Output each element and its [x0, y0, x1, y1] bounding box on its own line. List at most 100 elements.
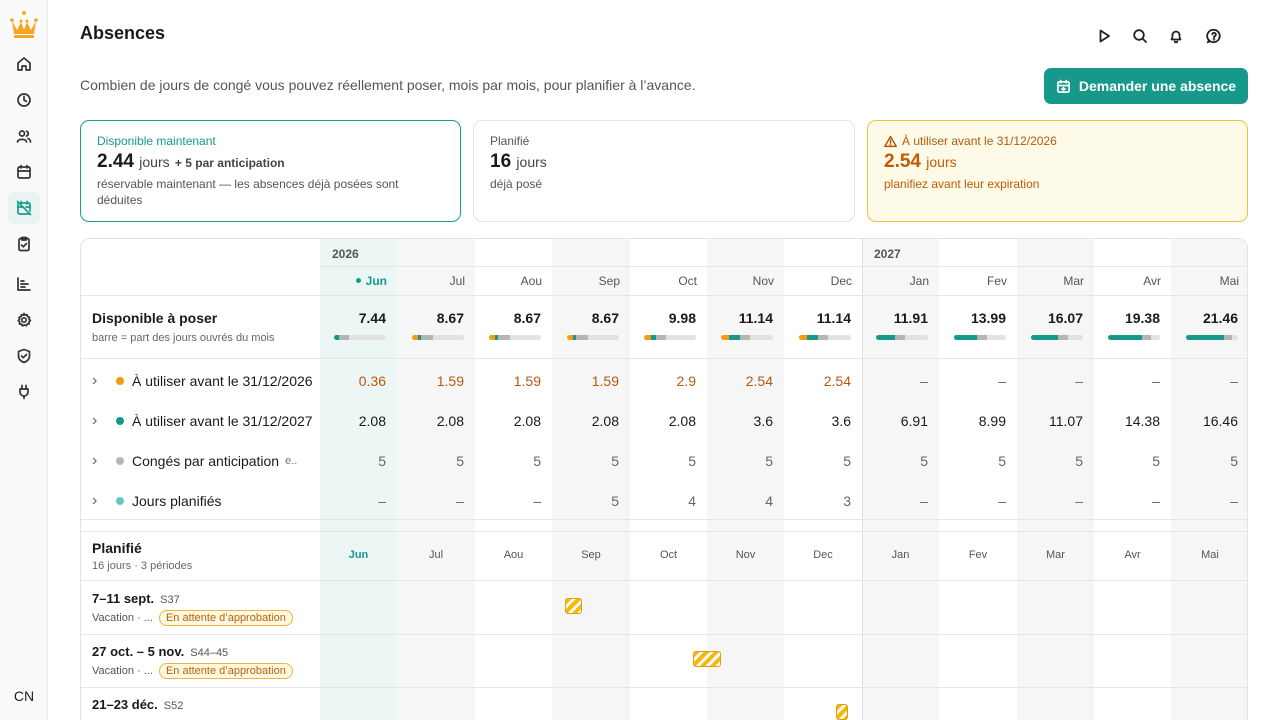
bar-segment	[976, 335, 988, 340]
bar-segment	[739, 335, 751, 340]
month-header[interactable]: Oct	[630, 274, 697, 288]
event-type: Vacation · ...	[92, 612, 153, 624]
request-absence-label: Demander une absence	[1078, 78, 1237, 94]
month-header[interactable]: Nov	[707, 274, 774, 288]
calendar-off-icon[interactable]	[8, 192, 40, 224]
row-value: 2.08	[358, 413, 386, 429]
calendar-icon[interactable]	[8, 156, 40, 188]
row-value: –	[920, 373, 928, 389]
play-icon[interactable]	[1094, 26, 1114, 46]
row-value: –	[1230, 493, 1238, 509]
bar-chart-icon[interactable]	[8, 268, 40, 300]
card-value-row: 16 jours	[490, 151, 838, 173]
chevron-right-icon[interactable]: ›	[92, 372, 102, 390]
available-value: 9.98	[668, 310, 696, 326]
row-value: 5	[533, 453, 541, 469]
month-header[interactable]: Jul	[397, 274, 465, 288]
row-value: 1.59	[591, 373, 619, 389]
available-value: 19.38	[1124, 310, 1160, 326]
availability-bar	[412, 335, 464, 340]
row-value: 3.6	[753, 413, 773, 429]
bar-segment	[817, 335, 829, 340]
event-week: S44–45	[190, 647, 229, 659]
planned-period-marker[interactable]	[836, 704, 848, 720]
planned-event-title[interactable]: 21–23 déc. S52	[92, 697, 183, 712]
help-icon[interactable]	[1204, 26, 1224, 46]
row-label[interactable]: › À utiliser avant le 31/12/2026	[92, 372, 313, 390]
month-header[interactable]: Aou	[475, 274, 542, 288]
month-header[interactable]: Avr	[1094, 274, 1161, 288]
row-value: 5	[378, 453, 386, 469]
available-value: 8.67	[436, 310, 464, 326]
month-header[interactable]: Mar	[1017, 274, 1084, 288]
month-header[interactable]: Jan	[862, 274, 929, 288]
year-label: 2026	[332, 247, 359, 261]
card-note: planifiez avant leur expiration	[884, 177, 1040, 191]
available-value: 11.14	[816, 310, 851, 326]
row-label[interactable]: › Jours planifiés	[92, 492, 222, 510]
row-value: 2.54	[823, 373, 851, 389]
request-absence-button[interactable]: Demander une absence	[1044, 68, 1248, 104]
card-note: réservable maintenant — les absences déj…	[97, 177, 399, 207]
search-icon[interactable]	[1130, 26, 1150, 46]
month-header[interactable]: Mai	[1171, 274, 1239, 288]
availability-bar	[489, 335, 541, 340]
bell-icon[interactable]	[1166, 26, 1186, 46]
crown-logo-icon[interactable]	[8, 10, 40, 40]
avatar[interactable]: CN	[6, 680, 42, 712]
row-value: –	[1230, 373, 1238, 389]
row-label-truncation: e..	[285, 455, 298, 467]
row-value: 5	[1230, 453, 1238, 469]
bar-segment	[1108, 335, 1143, 340]
row-divider	[81, 687, 1247, 688]
planned-event-title[interactable]: 7–11 sept. S37	[92, 591, 180, 606]
row-divider	[81, 358, 1247, 359]
row-value: 2.54	[745, 373, 773, 389]
card-unit: jours	[516, 154, 547, 170]
clock-icon[interactable]	[8, 84, 40, 116]
planned-month-header: Nov	[735, 549, 756, 561]
row-value: 5	[1152, 453, 1160, 469]
planned-event-title[interactable]: 27 oct. – 5 nov. S44–45	[92, 644, 228, 659]
row-label-text: Congés par anticipation	[132, 453, 280, 469]
row-value: 5	[611, 493, 619, 509]
chevron-right-icon[interactable]: ›	[92, 452, 102, 470]
gear-icon[interactable]	[8, 304, 40, 336]
bar-segment	[339, 335, 349, 340]
row-value: –	[998, 493, 1006, 509]
month-header[interactable]: Jun	[320, 274, 387, 288]
card-extra: + 5 par anticipation	[174, 156, 285, 170]
month-header[interactable]: Fev	[939, 274, 1007, 288]
planned-month-header: Oct	[659, 549, 678, 561]
month-header[interactable]: Sep	[552, 274, 620, 288]
card-note: déjà posé	[490, 177, 543, 191]
row-divider	[81, 531, 1247, 532]
event-week: S37	[160, 594, 180, 606]
bar-segment	[655, 335, 667, 340]
header-divider	[320, 266, 1247, 267]
plug-icon[interactable]	[8, 376, 40, 408]
planned-period-marker[interactable]	[565, 598, 582, 614]
shield-check-icon[interactable]	[8, 340, 40, 372]
row-label[interactable]: › À utiliser avant le 31/12/2027	[92, 412, 313, 430]
row-value: 1.59	[513, 373, 541, 389]
chevron-right-icon[interactable]: ›	[92, 412, 102, 430]
month-header[interactable]: Dec	[784, 274, 852, 288]
planned-month-header: Sep	[581, 549, 601, 561]
row-value: 3.6	[831, 413, 851, 429]
planned-month-header: Dec	[813, 549, 833, 561]
chevron-right-icon[interactable]: ›	[92, 492, 102, 510]
clipboard-check-icon[interactable]	[8, 228, 40, 260]
row-label[interactable]: › Congés par anticipation e..	[92, 452, 297, 470]
row-divider	[81, 580, 1247, 581]
available-value: 11.14	[738, 310, 773, 326]
home-icon[interactable]	[8, 48, 40, 80]
planned-event-subtitle: Vacation · ... En attente d’approbation	[92, 663, 293, 679]
card-value: 2.44	[97, 151, 134, 172]
bar-segment	[1224, 335, 1232, 340]
legend-dot	[116, 377, 124, 385]
card-value-row: 2.44 jours + 5 par anticipation	[97, 151, 444, 173]
row-value: 1.59	[436, 373, 464, 389]
planned-period-marker[interactable]	[693, 651, 721, 667]
users-icon[interactable]	[8, 120, 40, 152]
